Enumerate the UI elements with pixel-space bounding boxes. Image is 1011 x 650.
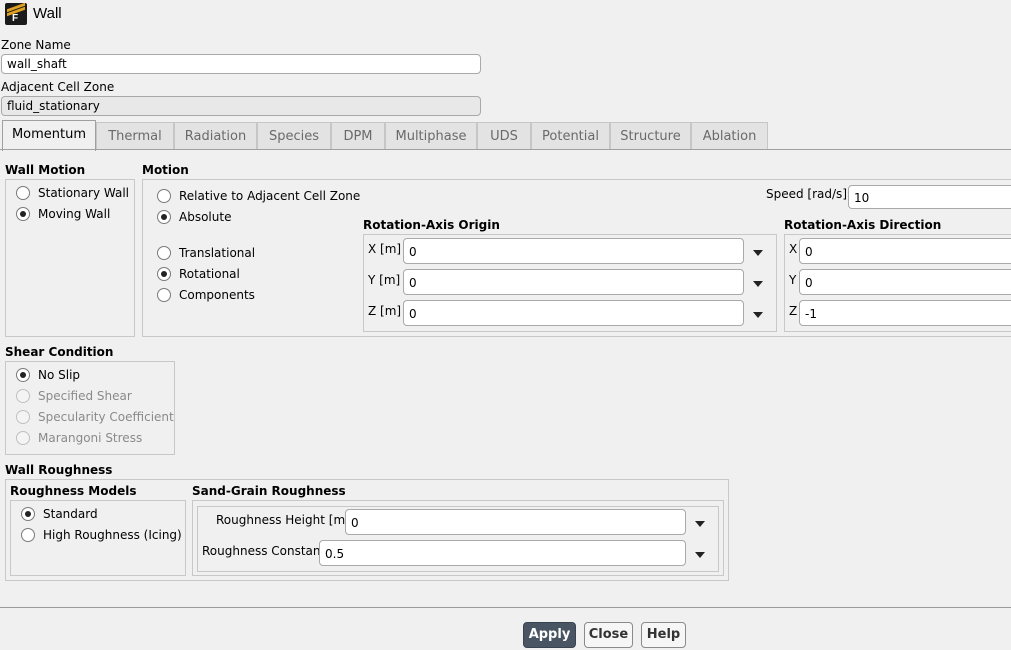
sand-grain-title: Sand-Grain Roughness [192,484,346,498]
roughness-models-title: Roughness Models [10,484,137,498]
wall-roughness-title: Wall Roughness [5,463,113,477]
specularity-coefficient-label: Specularity Coefficient [38,410,174,424]
footer-divider [0,607,1011,608]
absolute-radio[interactable] [157,210,171,224]
origin-x-label: X [m] [368,242,402,256]
rotational-radio[interactable] [157,267,171,281]
fluent-logo-icon: F [5,3,27,25]
roughness-constant-label: Roughness Constant [202,544,326,558]
absolute-label[interactable]: Absolute [179,210,231,224]
tab-multiphase[interactable]: Multiphase [385,122,477,150]
motion-title: Motion [142,163,189,177]
roughness-constant-input[interactable]: 0.5 [319,540,686,566]
no-slip-radio[interactable] [16,368,30,382]
marangoni-stress-label: Marangoni Stress [38,431,143,445]
roughness-constant-dropdown-icon[interactable] [692,544,708,564]
moving-wall-label[interactable]: Moving Wall [38,207,110,221]
direction-y-label: Y [789,273,797,287]
components-label[interactable]: Components [179,288,255,302]
translational-label[interactable]: Translational [179,246,255,260]
adjacent-cell-zone-field: fluid_stationary [1,96,481,116]
standard-radio[interactable] [21,507,35,521]
direction-x-input[interactable]: 0 [799,238,1011,264]
direction-x-label: X [789,242,798,256]
zone-name-label: Zone Name [1,38,71,52]
origin-z-dropdown-icon[interactable] [750,304,766,324]
direction-z-label: Z [789,304,798,318]
translational-radio[interactable] [157,246,171,260]
origin-x-dropdown-icon[interactable] [750,242,766,262]
tab-structure[interactable]: Structure [610,122,691,150]
standard-label[interactable]: Standard [43,507,98,521]
origin-z-input[interactable]: 0 [403,300,744,326]
specularity-coefficient-radio [16,410,30,424]
tab-species[interactable]: Species [257,122,331,150]
apply-button[interactable]: Apply [523,622,576,648]
tab-momentum[interactable]: Momentum [2,120,96,151]
adjacent-cell-zone-label: Adjacent Cell Zone [1,80,115,94]
tab-potential[interactable]: Potential [531,122,610,150]
roughness-height-label: Roughness Height [m] [216,513,350,527]
zone-name-input[interactable]: wall_shaft [1,54,481,74]
tab-dpm[interactable]: DPM [331,122,385,150]
wall-motion-title: Wall Motion [5,163,86,177]
roughness-height-input[interactable]: 0 [345,509,686,535]
tab-thermal[interactable]: Thermal [96,122,174,150]
close-button[interactable]: Close [584,622,633,648]
stationary-wall-label[interactable]: Stationary Wall [38,186,129,200]
specified-shear-radio [16,389,30,403]
high-roughness-radio[interactable] [21,528,35,542]
origin-y-label: Y [m] [368,273,401,287]
tab-ablation[interactable]: Ablation [691,122,768,150]
tab-radiation[interactable]: Radiation [174,122,257,150]
window-title: Wall [33,5,62,22]
rotational-label[interactable]: Rotational [179,267,240,281]
origin-y-dropdown-icon[interactable] [750,273,766,293]
high-roughness-label[interactable]: High Roughness (Icing) [43,528,182,542]
direction-y-input[interactable]: 0 [799,269,1011,295]
tab-uds[interactable]: UDS [477,122,531,150]
relative-zone-label[interactable]: Relative to Adjacent Cell Zone [179,189,360,203]
tab-divider [0,149,1011,150]
origin-y-input[interactable]: 0 [403,269,744,295]
rotation-axis-origin-title: Rotation-Axis Origin [363,218,500,232]
speed-label: Speed [rad/s] [766,187,847,201]
tab-bar: Momentum Thermal Radiation Species DPM M… [0,120,1011,151]
marangoni-stress-radio [16,431,30,445]
title-bar: F Wall [0,0,1011,30]
stationary-wall-radio[interactable] [16,186,30,200]
origin-z-label: Z [m] [368,304,402,318]
relative-zone-radio[interactable] [157,189,171,203]
shear-condition-title: Shear Condition [5,345,114,359]
wall-motion-group [5,179,135,337]
no-slip-label[interactable]: No Slip [38,368,80,382]
moving-wall-radio[interactable] [16,207,30,221]
help-button[interactable]: Help [641,622,686,648]
rotation-axis-direction-title: Rotation-Axis Direction [784,218,942,232]
components-radio[interactable] [157,288,171,302]
specified-shear-label: Specified Shear [38,389,132,403]
speed-input[interactable]: 10 [848,185,1011,209]
roughness-height-dropdown-icon[interactable] [692,513,708,533]
direction-z-input[interactable]: -1 [799,300,1011,326]
origin-x-input[interactable]: 0 [403,238,744,264]
